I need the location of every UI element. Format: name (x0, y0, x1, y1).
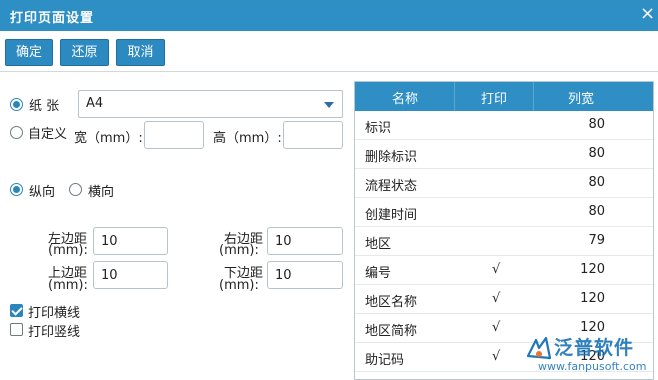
chevron-down-icon (324, 102, 334, 108)
portrait-label: 纵向 (29, 185, 56, 200)
table-row[interactable]: 地区 79 (355, 227, 653, 256)
table-row[interactable]: 创建时间 80 (355, 198, 653, 227)
header-divider (533, 82, 534, 111)
right-margin-input[interactable] (267, 227, 343, 255)
print-vertical-lines-label: 打印竖线 (28, 325, 81, 340)
table-row[interactable]: 流程状态 80 (355, 169, 653, 198)
right-margin-unit: (mm): (219, 243, 259, 258)
print-vertical-lines-checkbox[interactable] (10, 323, 23, 336)
cell-width[interactable]: 120 (580, 291, 605, 306)
confirm-button[interactable]: 确定 (5, 39, 53, 66)
header-name[interactable]: 名称 (392, 88, 418, 107)
width-label: 宽（mm）: (74, 131, 143, 146)
cell-name: 地区简称 (365, 324, 418, 339)
table-row[interactable]: 删除标识 80 (355, 140, 653, 169)
header-divider (454, 82, 455, 111)
header-width[interactable]: 列宽 (568, 88, 594, 107)
table-row[interactable]: 标识 80 (355, 111, 653, 140)
bottom-margin-unit: (mm): (219, 278, 259, 293)
height-input[interactable] (283, 121, 343, 149)
cell-width[interactable]: 80 (588, 117, 605, 132)
left-margin-unit: (mm): (48, 243, 88, 258)
watermark-brand: 泛普软件 (554, 337, 635, 359)
left-margin-input[interactable] (93, 227, 168, 255)
top-margin-input[interactable] (93, 261, 168, 289)
cell-print[interactable]: √ (492, 262, 500, 277)
cell-width[interactable]: 80 (588, 204, 605, 219)
cell-print[interactable]: √ (492, 349, 500, 364)
custom-size-radio[interactable] (10, 126, 23, 139)
cell-width[interactable]: 79 (588, 233, 605, 248)
cell-print[interactable]: √ (492, 291, 500, 306)
cell-name: 地区 (365, 237, 392, 252)
height-label: 高（mm）: (213, 131, 282, 146)
bottom-margin-input[interactable] (267, 261, 343, 289)
header-print[interactable]: 打印 (481, 88, 507, 107)
cell-name: 编号 (365, 266, 392, 281)
watermark-url: www.fanpusoft.com (538, 360, 647, 373)
close-icon[interactable]: × (640, 4, 655, 24)
table-row[interactable]: 编号 √ 120 (355, 256, 653, 285)
cell-name: 地区名称 (365, 295, 418, 310)
landscape-label: 横向 (88, 185, 115, 200)
width-input[interactable] (144, 121, 204, 149)
print-horizontal-lines-checkbox[interactable] (10, 304, 23, 317)
cell-name: 流程状态 (365, 179, 418, 194)
table-header: 名称 打印 列宽 (355, 82, 653, 111)
table-row[interactable]: 地区名称 √ 120 (355, 285, 653, 314)
print-horizontal-lines-label: 打印横线 (28, 306, 81, 321)
dialog-titlebar: 打印页面设置 × (0, 0, 658, 31)
cell-print[interactable]: √ (492, 320, 500, 335)
top-margin-unit: (mm): (48, 278, 88, 293)
reset-button[interactable]: 还原 (60, 39, 109, 66)
paper-radio[interactable] (10, 98, 23, 111)
cell-name: 助记码 (365, 353, 405, 368)
cancel-button[interactable]: 取消 (116, 39, 165, 66)
landscape-radio[interactable] (69, 183, 82, 196)
custom-size-label: 自定义 (28, 127, 68, 142)
toolbar-divider (0, 71, 658, 72)
cell-width[interactable]: 80 (588, 146, 605, 161)
brand-watermark: 泛普软件 www.fanpusoft.com (520, 332, 658, 380)
dialog-title: 打印页面设置 (10, 11, 95, 26)
paper-size-select[interactable]: A4 (78, 90, 343, 118)
cell-name: 标识 (365, 121, 392, 136)
paper-size-value: A4 (86, 96, 104, 111)
cell-width[interactable]: 120 (580, 262, 605, 277)
paper-radio-label: 纸 张 (29, 99, 60, 114)
cell-width[interactable]: 80 (588, 175, 605, 190)
portrait-radio[interactable] (10, 183, 23, 196)
cell-name: 创建时间 (365, 208, 418, 223)
cell-name: 删除标识 (365, 150, 418, 165)
